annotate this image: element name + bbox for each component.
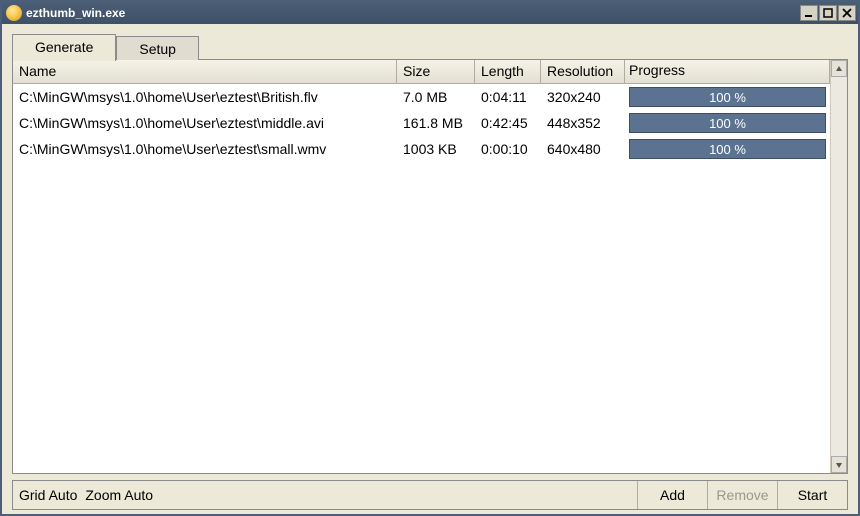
app-window: ezthumb_win.exe Generate Setup Name [0, 0, 860, 516]
scroll-track[interactable] [831, 77, 847, 456]
scroll-up-arrow-icon[interactable] [831, 60, 847, 77]
cell-name: C:\MinGW\msys\1.0\home\User\eztest\middl… [13, 112, 397, 134]
cell-size: 161.8 MB [397, 112, 475, 134]
column-headers: Name Size Length Resolution Progress [13, 60, 830, 84]
cell-size: 1003 KB [397, 138, 475, 160]
col-length[interactable]: Length [475, 60, 541, 83]
scroll-down-arrow-icon[interactable] [831, 456, 847, 473]
file-listview[interactable]: Name Size Length Resolution Progress C:\… [13, 60, 847, 473]
status-zoom: Zoom Auto [85, 487, 153, 503]
table-row[interactable]: C:\MinGW\msys\1.0\home\User\eztest\Briti… [13, 84, 830, 110]
status-grid: Grid Auto [19, 487, 77, 503]
progress-bar: 100 % [629, 139, 826, 159]
vertical-scrollbar[interactable] [830, 60, 847, 473]
cell-resolution: 320x240 [541, 86, 625, 108]
cell-progress: 100 % [625, 85, 830, 109]
minimize-button[interactable] [800, 5, 818, 21]
window-title: ezthumb_win.exe [26, 6, 799, 20]
cell-name: C:\MinGW\msys\1.0\home\User\eztest\Briti… [13, 86, 397, 108]
tab-setup[interactable]: Setup [116, 36, 199, 60]
cell-length: 0:42:45 [475, 112, 541, 134]
app-icon [6, 5, 22, 21]
remove-button[interactable]: Remove [707, 481, 777, 509]
col-size[interactable]: Size [397, 60, 475, 83]
close-button[interactable] [838, 5, 856, 21]
cell-name: C:\MinGW\msys\1.0\home\User\eztest\small… [13, 138, 397, 160]
cell-resolution: 640x480 [541, 138, 625, 160]
maximize-button[interactable] [819, 5, 837, 21]
table-row[interactable]: C:\MinGW\msys\1.0\home\User\eztest\middl… [13, 110, 830, 136]
progress-bar: 100 % [629, 87, 826, 107]
col-progress[interactable]: Progress [625, 60, 830, 83]
status-text: Grid Auto Zoom Auto [13, 481, 637, 509]
col-name[interactable]: Name [13, 60, 397, 83]
cell-length: 0:04:11 [475, 86, 541, 108]
status-bar: Grid Auto Zoom Auto Add Remove Start [12, 480, 848, 510]
start-button[interactable]: Start [777, 481, 847, 509]
cell-progress: 100 % [625, 111, 830, 135]
progress-bar: 100 % [629, 113, 826, 133]
titlebar[interactable]: ezthumb_win.exe [2, 2, 858, 24]
cell-progress: 100 % [625, 137, 830, 161]
table-row[interactable]: C:\MinGW\msys\1.0\home\User\eztest\small… [13, 136, 830, 162]
tab-generate[interactable]: Generate [12, 34, 116, 61]
cell-size: 7.0 MB [397, 86, 475, 108]
client-area: Generate Setup Name Size Length Resoluti… [2, 24, 858, 514]
col-resolution[interactable]: Resolution [541, 60, 625, 83]
cell-resolution: 448x352 [541, 112, 625, 134]
cell-length: 0:00:10 [475, 138, 541, 160]
tab-panel: Name Size Length Resolution Progress C:\… [12, 59, 848, 474]
tab-strip: Generate Setup [12, 34, 848, 60]
add-button[interactable]: Add [637, 481, 707, 509]
